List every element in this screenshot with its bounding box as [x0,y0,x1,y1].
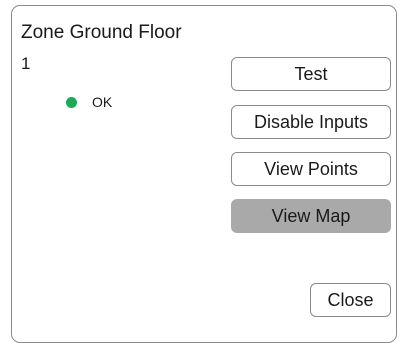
zone-panel: Zone Ground Floor 1 OK Test Disable Inpu… [11,5,397,343]
view-map-button[interactable]: View Map [231,199,391,233]
status-label: OK [92,94,113,110]
disable-inputs-button[interactable]: Disable Inputs [231,105,391,139]
status-ok-icon [66,96,77,108]
test-button[interactable]: Test [231,57,391,91]
zone-status: OK [66,94,112,110]
zone-number: 1 [21,54,31,73]
zone-title: Zone Ground Floor [21,22,182,43]
view-points-button[interactable]: View Points [231,152,391,186]
close-button[interactable]: Close [310,283,391,317]
